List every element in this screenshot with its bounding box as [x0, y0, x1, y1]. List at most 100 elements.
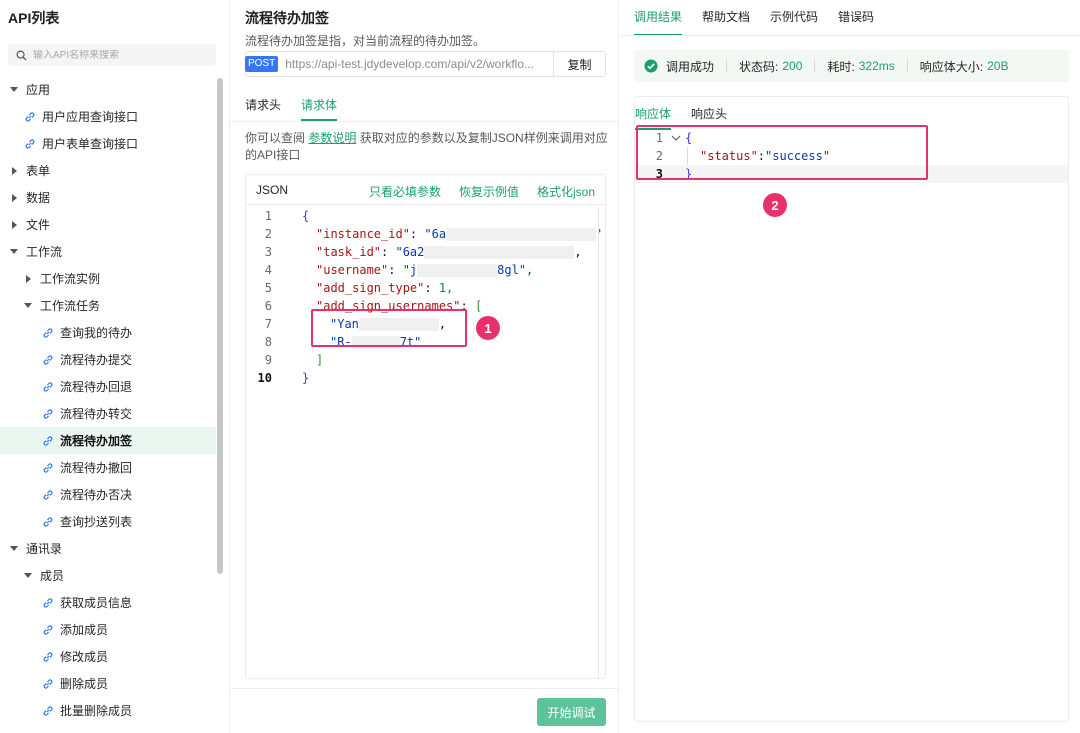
tree-api-item[interactable]: 流程待办撤回: [0, 454, 216, 481]
tree-item-label: 添加成员: [60, 623, 109, 637]
code-line: 9 ]: [264, 353, 324, 367]
api-tree: 应用用户应用查询接口 用户表单查询接口表单数据文件工作流工作流实例工作流任务查询我…: [0, 76, 216, 724]
tree-item-label: 工作流实例: [40, 272, 101, 286]
tree-api-item[interactable]: 流程待办转交: [0, 400, 216, 427]
tab-request-body[interactable]: 请求体: [301, 96, 338, 121]
sidebar-title: API列表: [8, 10, 60, 26]
api-search-input[interactable]: [33, 49, 203, 61]
tree-item-label: 删除成员: [60, 677, 109, 691]
restore-example-button[interactable]: 恢复示例值: [459, 183, 519, 200]
tree-api-item[interactable]: 获取成员信息: [0, 589, 216, 616]
tree-api-item[interactable]: 删除成员: [0, 670, 216, 697]
request-panel: 流程待办加签 流程待办加签是指，对当前流程的待办加签。 POST https:/…: [231, 0, 619, 733]
tree-item-label: 数据: [26, 191, 51, 205]
tree-api-item[interactable]: 查询我的待办: [0, 319, 216, 346]
tree-item-label: 流程待办否决: [60, 488, 133, 502]
tree-api-item[interactable]: 添加成员: [0, 616, 216, 643]
tree-folder[interactable]: 数据: [0, 184, 216, 211]
size-value: 20B: [987, 59, 1009, 73]
hint-prefix: 你可以查阅: [245, 131, 306, 145]
tab-call-result[interactable]: 调用结果: [634, 8, 683, 36]
code-line: 3 "task_id": "6a2,: [264, 245, 582, 259]
json-label: JSON: [256, 183, 289, 197]
tree-api-item[interactable]: 流程待办加签: [0, 427, 216, 454]
response-viewer: 响应体 响应头 1 { 2 "status": "success" 3 }: [634, 96, 1069, 722]
tree-item-label: 用户应用查询接口: [42, 110, 139, 124]
link-icon: [25, 138, 35, 149]
tree-item-label: 获取成员信息: [60, 596, 133, 610]
format-json-button[interactable]: 格式化json: [537, 183, 595, 200]
link-icon: [43, 435, 53, 446]
status-code-value: 200: [782, 59, 803, 73]
redacted-value: [424, 246, 575, 259]
tree-api-item[interactable]: 批量删除成员: [0, 697, 216, 724]
tree-folder[interactable]: 工作流实例: [0, 265, 216, 292]
caret-down-icon: [24, 303, 32, 308]
link-icon: [43, 381, 53, 392]
json-editor-header: JSON 只看必填参数 恢复示例值 格式化json: [246, 175, 605, 205]
code-line: 5 "add_sign_type": 1,: [264, 281, 454, 295]
tree-api-item[interactable]: 用户表单查询接口: [0, 130, 216, 157]
api-description: 流程待办加签是指，对当前流程的待办加签。: [245, 34, 486, 48]
tree-item-label: 查询抄送列表: [60, 515, 133, 529]
redacted-value: [446, 228, 597, 241]
json-code[interactable]: 1 { 2 "instance_id": "6a ' 3 "task_id": "…: [246, 207, 605, 387]
tree-api-item[interactable]: 修改成员: [0, 643, 216, 670]
tree-folder[interactable]: 工作流任务: [0, 292, 216, 319]
success-check-icon: [644, 59, 658, 73]
link-icon: [43, 651, 53, 662]
json-editor[interactable]: JSON 只看必填参数 恢复示例值 格式化json 1 { 2 "instanc…: [245, 174, 606, 679]
tree-item-label: 通讯录: [26, 542, 63, 556]
search-icon: [16, 50, 27, 61]
status-code-label: 状态码:: [739, 59, 779, 74]
caret-down-icon: [10, 87, 18, 92]
tab-help-doc[interactable]: 帮助文档: [702, 8, 750, 36]
required-only-button[interactable]: 只看必填参数: [369, 183, 441, 200]
tree-api-item[interactable]: 用户应用查询接口: [0, 103, 216, 130]
tree-item-label: 查询我的待办: [60, 326, 133, 340]
redacted-value: [417, 264, 498, 277]
annotation-box-2: [636, 125, 928, 180]
tree-api-item[interactable]: 查询抄送列表: [0, 508, 216, 535]
status-text: 调用成功: [666, 59, 715, 74]
tree-folder[interactable]: 表单: [0, 157, 216, 184]
tree-api-item[interactable]: 流程待办回退: [0, 373, 216, 400]
code-line: 10 }: [257, 371, 310, 385]
link-icon: [25, 111, 35, 122]
link-icon: [43, 462, 53, 473]
caret-right-icon: [12, 220, 17, 229]
copy-url-button[interactable]: 复制: [553, 52, 605, 76]
api-title: 流程待办加签: [245, 10, 329, 26]
tree-item-label: 文件: [26, 218, 51, 232]
tree-item-label: 流程待办转交: [60, 407, 133, 421]
tree-api-item[interactable]: 流程待办提交: [0, 346, 216, 373]
caret-down-icon: [24, 573, 32, 578]
code-line: 4 "username": "j 8gl",: [264, 263, 534, 277]
start-debug-button[interactable]: 开始调试: [537, 698, 606, 726]
divider: [231, 121, 619, 122]
tree-item-label: 成员: [40, 569, 65, 583]
annotation-box-1: [311, 309, 467, 347]
tree-item-label: 工作流: [26, 245, 63, 259]
tree-item-label: 用户表单查询接口: [42, 137, 139, 151]
result-panel: 调用结果 帮助文档 示例代码 错误码 调用成功 状态码: 200 耗时: 322…: [620, 0, 1080, 733]
caret-right-icon: [12, 166, 17, 175]
link-icon: [43, 678, 53, 689]
tree-folder[interactable]: 成员: [0, 562, 216, 589]
tab-error-codes[interactable]: 错误码: [838, 8, 874, 36]
param-doc-link[interactable]: 参数说明: [308, 131, 356, 145]
caret-right-icon: [12, 193, 17, 202]
tree-api-item[interactable]: 流程待办否决: [0, 481, 216, 508]
tree-folder[interactable]: 应用: [0, 76, 216, 103]
tab-request-headers[interactable]: 请求头: [245, 96, 281, 121]
tree-folder[interactable]: 工作流: [0, 238, 216, 265]
tab-sample-code[interactable]: 示例代码: [770, 8, 818, 36]
api-sidebar: API列表 应用用户应用查询接口用户表单查询接口表单数据文件工作流工作流实例工作…: [0, 0, 230, 733]
api-search-box[interactable]: [8, 44, 216, 66]
sidebar-scrollbar[interactable]: [217, 78, 223, 574]
tree-folder[interactable]: 文件: [0, 211, 216, 238]
tree-folder[interactable]: 通讯录: [0, 535, 216, 562]
method-badge: POST: [245, 56, 279, 72]
tree-item-label: 批量删除成员: [60, 704, 133, 718]
tree-item-label: 流程待办撤回: [60, 461, 133, 475]
